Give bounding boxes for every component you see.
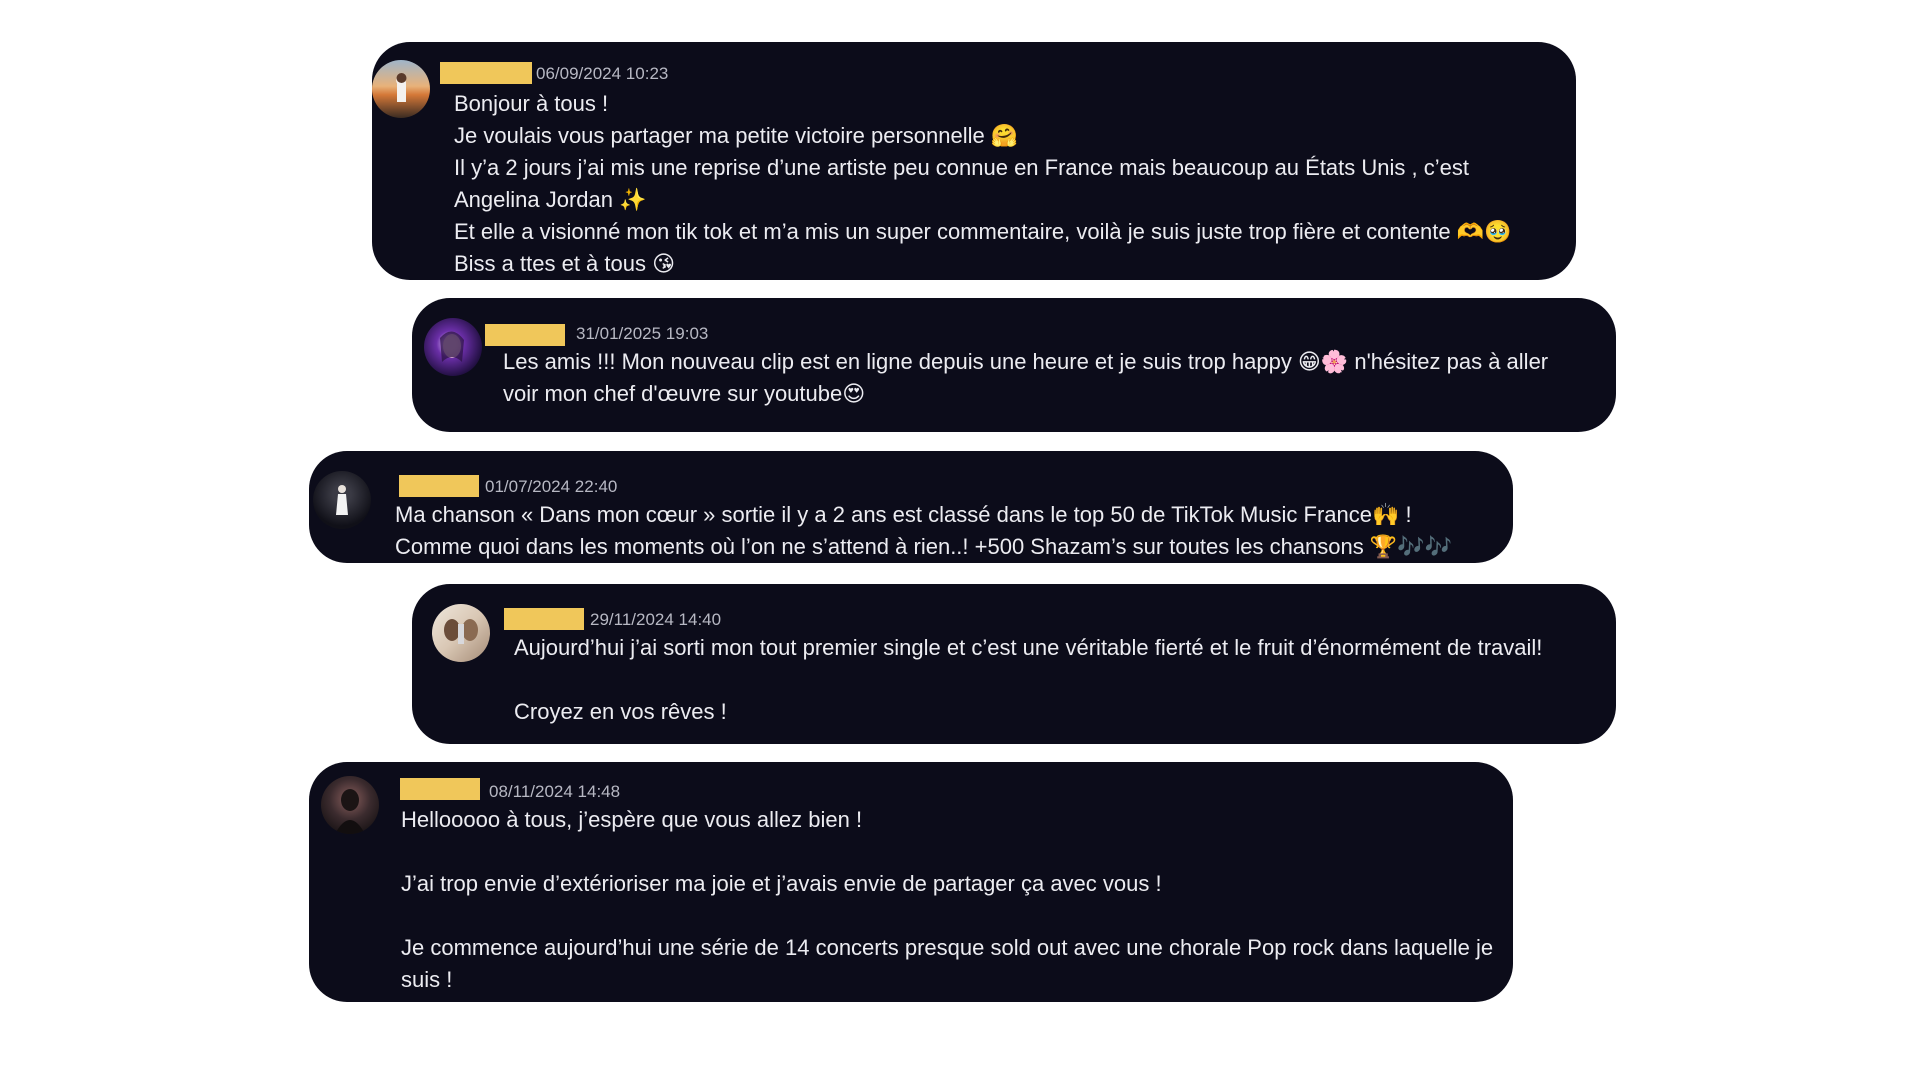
message-card: 31/01/2025 19:03 Les amis !!! Mon nouvea… — [412, 298, 1616, 432]
author-name-redaction — [485, 324, 565, 346]
message-body: Les amis !!! Mon nouveau clip est en lig… — [503, 346, 1603, 410]
message-line — [514, 664, 1614, 696]
message-timestamp: 06/09/2024 10:23 — [536, 64, 669, 83]
author-name-redaction — [400, 778, 480, 800]
stage-performer-avatar[interactable] — [313, 471, 371, 529]
message-line: Biss a ttes et à tous 😘 — [454, 251, 676, 276]
message-line — [401, 900, 1501, 932]
message-line: Bonjour à tous ! — [454, 91, 609, 116]
message-line: Croyez en vos rêves ! — [514, 699, 727, 724]
message-timestamp: 01/07/2024 22:40 — [485, 477, 618, 496]
message-body: Aujourd’hui j’ai sorti mon tout premier … — [514, 632, 1614, 728]
author-name-redaction — [440, 62, 532, 84]
message-line: Les amis !!! Mon nouveau clip est en lig… — [503, 349, 1549, 374]
message-line — [401, 836, 1501, 868]
message-line: Je voulais vous partager ma petite victo… — [454, 123, 1019, 148]
message-line: Et elle a visionné mon tik tok et m’a mi… — [454, 219, 1512, 244]
message-timestamp: 29/11/2024 14:40 — [590, 610, 722, 629]
message-line: Il y’a 2 jours j’ai mis une reprise d’un… — [454, 155, 1469, 180]
message-line: Aujourd’hui j’ai sorti mon tout premier … — [514, 635, 1543, 660]
sunset-portrait-avatar[interactable] — [372, 60, 430, 118]
message-card: 08/11/2024 14:48 Hellooooo à tous, j’esp… — [309, 762, 1513, 1002]
message-card: 01/07/2024 22:40 Ma chanson « Dans mon c… — [309, 451, 1513, 563]
message-body: Hellooooo à tous, j’espère que vous alle… — [401, 804, 1501, 996]
message-timestamp: 08/11/2024 14:48 — [489, 782, 621, 801]
purple-portrait-avatar[interactable] — [424, 318, 482, 376]
message-line: Je commence aujourd’hui une série de 14 … — [401, 935, 1494, 960]
message-line: suis ! — [401, 967, 453, 992]
message-body: Bonjour à tous ! Je voulais vous partage… — [454, 88, 1564, 280]
message-line: Comme quoi dans les moments où l’on ne s… — [395, 534, 1453, 559]
author-name-redaction — [504, 608, 584, 630]
message-line: J’ai trop envie d’extérioriser ma joie e… — [401, 871, 1162, 896]
message-body: Ma chanson « Dans mon cœur » sortie il y… — [395, 499, 1505, 563]
message-timestamp: 31/01/2025 19:03 — [576, 324, 709, 343]
testimonials-canvas: 06/09/2024 10:23 Bonjour à tous ! Je vou… — [0, 0, 1920, 1080]
message-line: Ma chanson « Dans mon cœur » sortie il y… — [395, 502, 1412, 527]
message-line: Hellooooo à tous, j’espère que vous alle… — [401, 807, 863, 832]
author-name-redaction — [399, 475, 479, 497]
dark-portrait-avatar[interactable] — [321, 776, 379, 834]
selfie-portrait-avatar[interactable] — [432, 604, 490, 662]
message-line: voir mon chef d'œuvre sur youtube😍 — [503, 381, 866, 406]
message-line: Angelina Jordan ✨ — [454, 187, 647, 212]
message-card: 06/09/2024 10:23 Bonjour à tous ! Je vou… — [372, 42, 1576, 280]
message-card: 29/11/2024 14:40 Aujourd’hui j’ai sorti … — [412, 584, 1616, 744]
